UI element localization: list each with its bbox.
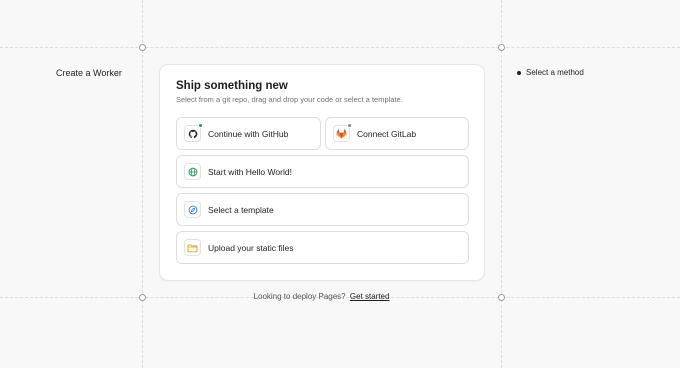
canvas: Create a Worker Select a method Ship som… xyxy=(0,0,680,368)
ship-card: Ship something new Select from a git rep… xyxy=(159,64,485,281)
footer-text: Looking to deploy Pages? xyxy=(253,292,346,301)
upload-label: Upload your static files xyxy=(208,242,294,253)
pages-deploy-note: Looking to deploy Pages? Get started xyxy=(0,292,643,301)
corner-handle-top-left xyxy=(139,44,146,51)
connect-gitlab-button[interactable]: Connect GitLab xyxy=(325,117,469,150)
gitlab-status-dot xyxy=(347,123,352,128)
upload-static-files-button[interactable]: Upload your static files xyxy=(176,231,469,264)
step-dot-icon xyxy=(517,70,521,75)
corner-handle-top-right xyxy=(498,44,505,51)
hello-world-label: Start with Hello World! xyxy=(208,166,292,177)
card-title: Ship something new xyxy=(176,80,288,92)
gitlab-label: Connect GitLab xyxy=(357,128,417,139)
create-worker-label: Create a Worker xyxy=(56,68,122,78)
github-label: Continue with GitHub xyxy=(208,128,289,139)
folder-icon xyxy=(184,239,201,256)
select-template-button[interactable]: Select a template xyxy=(176,193,469,226)
template-label: Select a template xyxy=(208,204,274,215)
step-label: Select a method xyxy=(526,68,584,77)
compass-icon xyxy=(184,201,201,218)
card-subtitle: Select from a git repo, drag and drop yo… xyxy=(176,95,403,104)
step-indicator: Select a method xyxy=(517,68,584,77)
guide-line-top xyxy=(0,47,680,48)
start-hello-world-button[interactable]: Start with Hello World! xyxy=(176,155,469,188)
get-started-link[interactable]: Get started xyxy=(350,292,390,301)
gitlab-icon xyxy=(333,123,352,142)
guide-line-right xyxy=(501,0,502,368)
connected-status-dot xyxy=(198,123,203,128)
continue-with-github-button[interactable]: Continue with GitHub xyxy=(176,117,321,150)
globe-icon xyxy=(184,163,201,180)
guide-line-left xyxy=(142,0,143,368)
github-icon xyxy=(184,123,203,142)
